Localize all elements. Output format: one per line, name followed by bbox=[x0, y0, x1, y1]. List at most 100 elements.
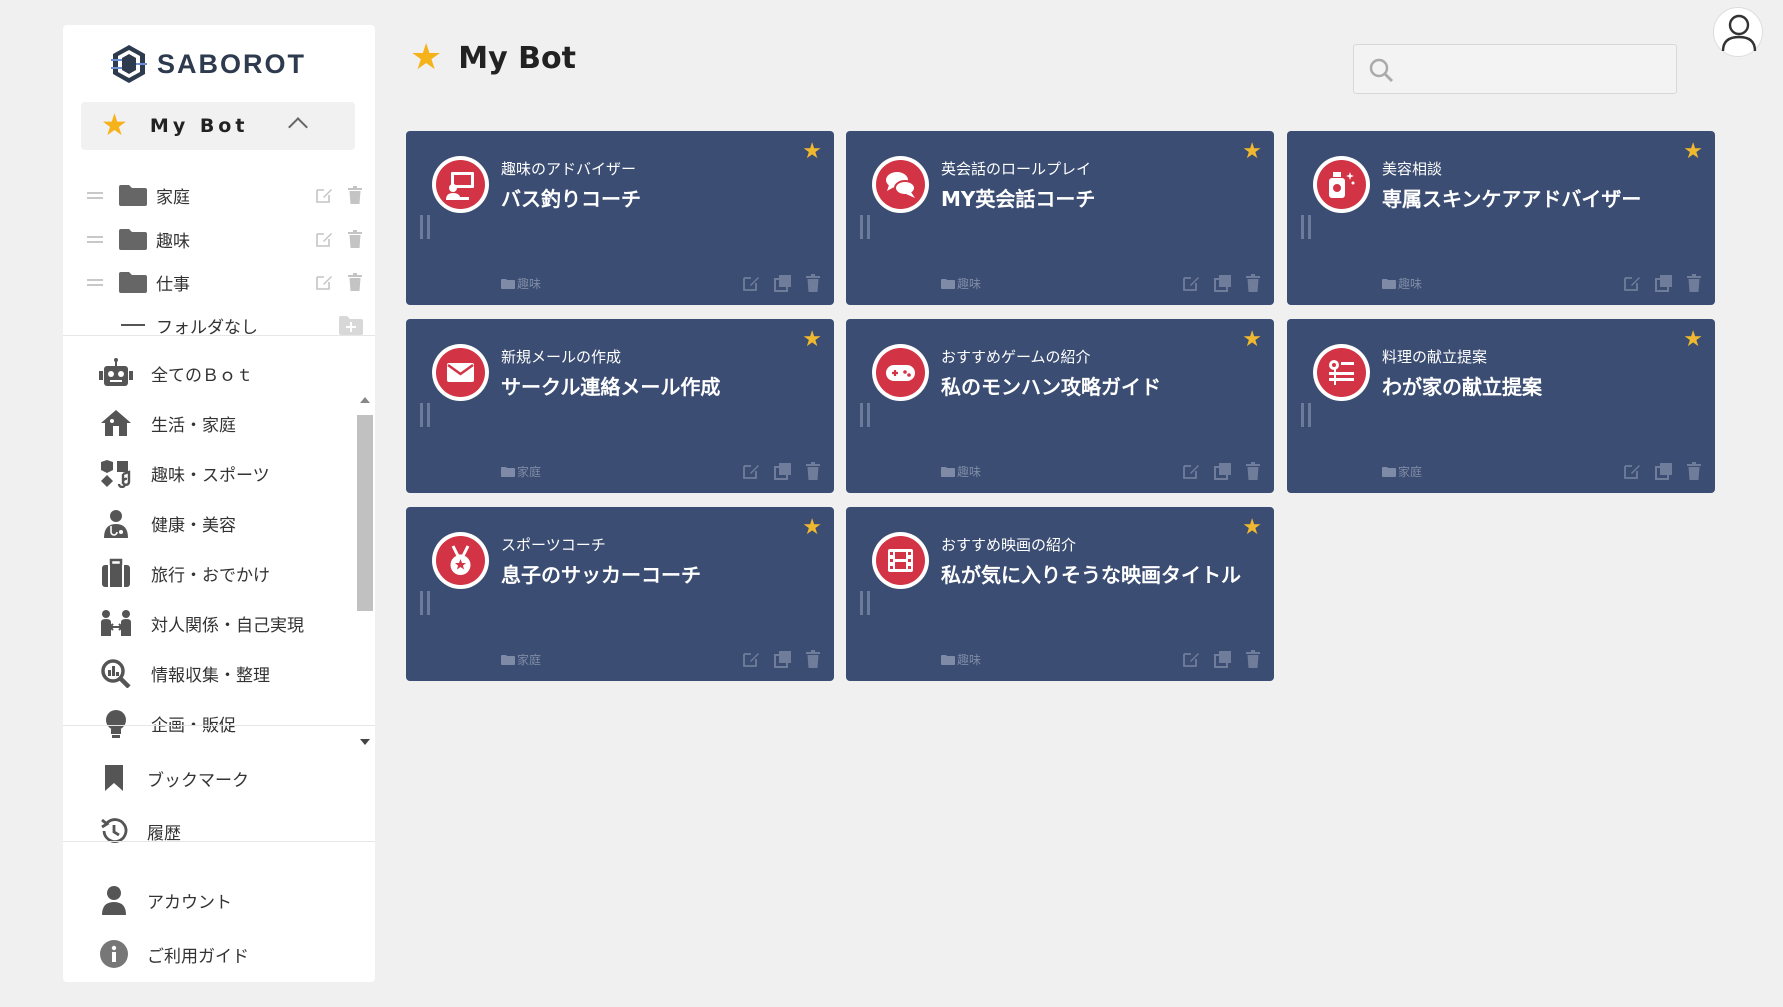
category-item-relations[interactable]: 対人関係・自己実現 bbox=[63, 601, 353, 645]
scrollbar-thumb[interactable] bbox=[357, 415, 373, 611]
trash-icon[interactable] bbox=[1685, 274, 1703, 292]
bot-card[interactable]: 美容相談 専属スキンケアアドバイザー ★ 趣味 bbox=[1287, 131, 1715, 305]
edit-icon[interactable] bbox=[1623, 462, 1641, 480]
bot-folder-name: 趣味 bbox=[957, 465, 982, 479]
bot-card[interactable]: おすすめゲームの紹介 私のモンハン攻略ガイド ★ 趣味 bbox=[846, 319, 1274, 493]
copy-icon[interactable] bbox=[1214, 274, 1232, 292]
copy-icon[interactable] bbox=[1655, 274, 1673, 292]
bot-card[interactable]: 新規メールの作成 サークル連絡メール作成 ★ 家庭 bbox=[406, 319, 834, 493]
favorite-star-icon[interactable]: ★ bbox=[802, 329, 822, 351]
drag-handle-icon[interactable] bbox=[420, 403, 430, 427]
edit-icon[interactable] bbox=[315, 186, 333, 204]
bot-icon-bg bbox=[436, 348, 485, 397]
drag-handle-icon[interactable] bbox=[1301, 403, 1311, 427]
add-folder-icon[interactable] bbox=[339, 315, 363, 335]
edit-icon[interactable] bbox=[742, 462, 760, 480]
favorite-star-icon[interactable]: ★ bbox=[802, 517, 822, 539]
nav-bookmark[interactable]: ブックマーク bbox=[63, 755, 375, 801]
trash-icon[interactable] bbox=[347, 273, 363, 291]
drag-handle-icon[interactable] bbox=[1301, 215, 1311, 239]
edit-icon[interactable] bbox=[742, 650, 760, 668]
favorite-star-icon[interactable]: ★ bbox=[1242, 517, 1262, 539]
sidebar: SABOROT ★ My Bot 家庭 趣味 仕事 フォルダなし 全てのＢｏｔ … bbox=[63, 25, 375, 982]
drag-handle-icon[interactable] bbox=[87, 278, 103, 286]
folder-item[interactable]: 家庭 bbox=[63, 177, 375, 213]
category-item-travel[interactable]: 旅行・おでかけ bbox=[63, 551, 353, 595]
suitcase-icon bbox=[102, 558, 130, 587]
favorite-star-icon[interactable]: ★ bbox=[1242, 141, 1262, 163]
favorite-star-icon[interactable]: ★ bbox=[1242, 329, 1262, 351]
folder-icon bbox=[119, 229, 147, 250]
trash-icon[interactable] bbox=[347, 230, 363, 248]
copy-icon[interactable] bbox=[1655, 462, 1673, 480]
bot-icon-badge bbox=[432, 344, 489, 401]
scroll-down-arrow-icon[interactable] bbox=[360, 739, 370, 745]
edit-icon[interactable] bbox=[1623, 274, 1641, 292]
edit-icon[interactable] bbox=[1182, 274, 1200, 292]
category-item-info[interactable]: 情報収集・整理 bbox=[63, 651, 353, 695]
drag-handle-icon[interactable] bbox=[87, 191, 103, 199]
category-item-planning[interactable]: 企画・販促 bbox=[63, 701, 353, 745]
nav-account[interactable]: アカウント bbox=[63, 877, 375, 923]
copy-icon[interactable] bbox=[1214, 462, 1232, 480]
search-input[interactable] bbox=[1402, 53, 1668, 87]
drag-handle-icon[interactable] bbox=[860, 591, 870, 615]
folder-item[interactable]: 仕事 bbox=[63, 264, 375, 300]
drag-handle-icon[interactable] bbox=[860, 403, 870, 427]
drag-handle-icon[interactable] bbox=[420, 215, 430, 239]
trash-icon[interactable] bbox=[804, 274, 822, 292]
sidebar-mybot-toggle[interactable]: ★ My Bot bbox=[81, 102, 355, 150]
bot-subtitle: おすすめ映画の紹介 bbox=[941, 536, 1077, 554]
edit-icon[interactable] bbox=[1182, 462, 1200, 480]
bot-icon-bg bbox=[436, 536, 485, 585]
bot-card[interactable]: 趣味のアドバイザー バス釣りコーチ ★ 趣味 bbox=[406, 131, 834, 305]
app-logo[interactable]: SABOROT bbox=[111, 43, 306, 85]
edit-icon[interactable] bbox=[315, 230, 333, 248]
category-item-health[interactable]: 健康・美容 bbox=[63, 501, 353, 545]
nav-guide[interactable]: ご利用ガイド bbox=[63, 931, 375, 977]
bot-card[interactable]: おすすめ映画の紹介 私が気に入りそうな映画タイトル ★ 趣味 bbox=[846, 507, 1274, 681]
favorite-star-icon[interactable]: ★ bbox=[1683, 329, 1703, 351]
trash-icon[interactable] bbox=[347, 186, 363, 204]
trash-icon[interactable] bbox=[804, 462, 822, 480]
bot-folder-name: 家庭 bbox=[517, 465, 542, 479]
bot-card[interactable]: 英会話のロールプレイ MY英会話コーチ ★ 趣味 bbox=[846, 131, 1274, 305]
chevron-up-icon[interactable] bbox=[288, 117, 308, 137]
folder-icon bbox=[941, 467, 955, 477]
trash-icon[interactable] bbox=[1685, 462, 1703, 480]
star-icon: ★ bbox=[410, 37, 443, 78]
edit-icon[interactable] bbox=[315, 273, 333, 291]
nav-history[interactable]: 履歴 bbox=[63, 808, 375, 854]
scroll-up-arrow-icon[interactable] bbox=[360, 397, 370, 403]
brand-name: SABOROT bbox=[157, 48, 306, 79]
category-scrollbar[interactable] bbox=[355, 397, 373, 745]
trash-icon[interactable] bbox=[1244, 462, 1262, 480]
copy-icon[interactable] bbox=[774, 462, 792, 480]
folder-name: 趣味 bbox=[156, 231, 190, 252]
copy-icon[interactable] bbox=[1214, 650, 1232, 668]
favorite-star-icon[interactable]: ★ bbox=[1683, 141, 1703, 163]
favorite-star-icon[interactable]: ★ bbox=[802, 141, 822, 163]
trash-icon[interactable] bbox=[1244, 274, 1262, 292]
user-avatar-icon bbox=[1721, 14, 1757, 52]
edit-icon[interactable] bbox=[742, 274, 760, 292]
edit-icon[interactable] bbox=[1182, 650, 1200, 668]
search-box[interactable] bbox=[1353, 44, 1677, 94]
bot-card[interactable]: 料理の献立提案 わが家の献立提案 ★ 家庭 bbox=[1287, 319, 1715, 493]
drag-handle-icon[interactable] bbox=[860, 215, 870, 239]
bot-card[interactable]: スポーツコーチ 息子のサッカーコーチ ★ 家庭 bbox=[406, 507, 834, 681]
drag-handle-icon[interactable] bbox=[420, 591, 430, 615]
category-item-all[interactable]: 全てのＢｏｔ bbox=[63, 351, 353, 395]
copy-icon[interactable] bbox=[774, 274, 792, 292]
trash-icon[interactable] bbox=[1244, 650, 1262, 668]
category-item-life[interactable]: 生活・家庭 bbox=[63, 401, 353, 445]
drag-handle-icon[interactable] bbox=[87, 235, 103, 243]
folder-item[interactable]: 趣味 bbox=[63, 221, 375, 257]
user-avatar[interactable] bbox=[1713, 7, 1763, 57]
trash-icon[interactable] bbox=[804, 650, 822, 668]
folder-item-none[interactable]: フォルダなし bbox=[63, 307, 375, 343]
bot-icon-badge bbox=[872, 156, 929, 213]
nav-label: アカウント bbox=[147, 892, 232, 913]
copy-icon[interactable] bbox=[774, 650, 792, 668]
category-item-hobby[interactable]: 趣味・スポーツ bbox=[63, 451, 353, 495]
